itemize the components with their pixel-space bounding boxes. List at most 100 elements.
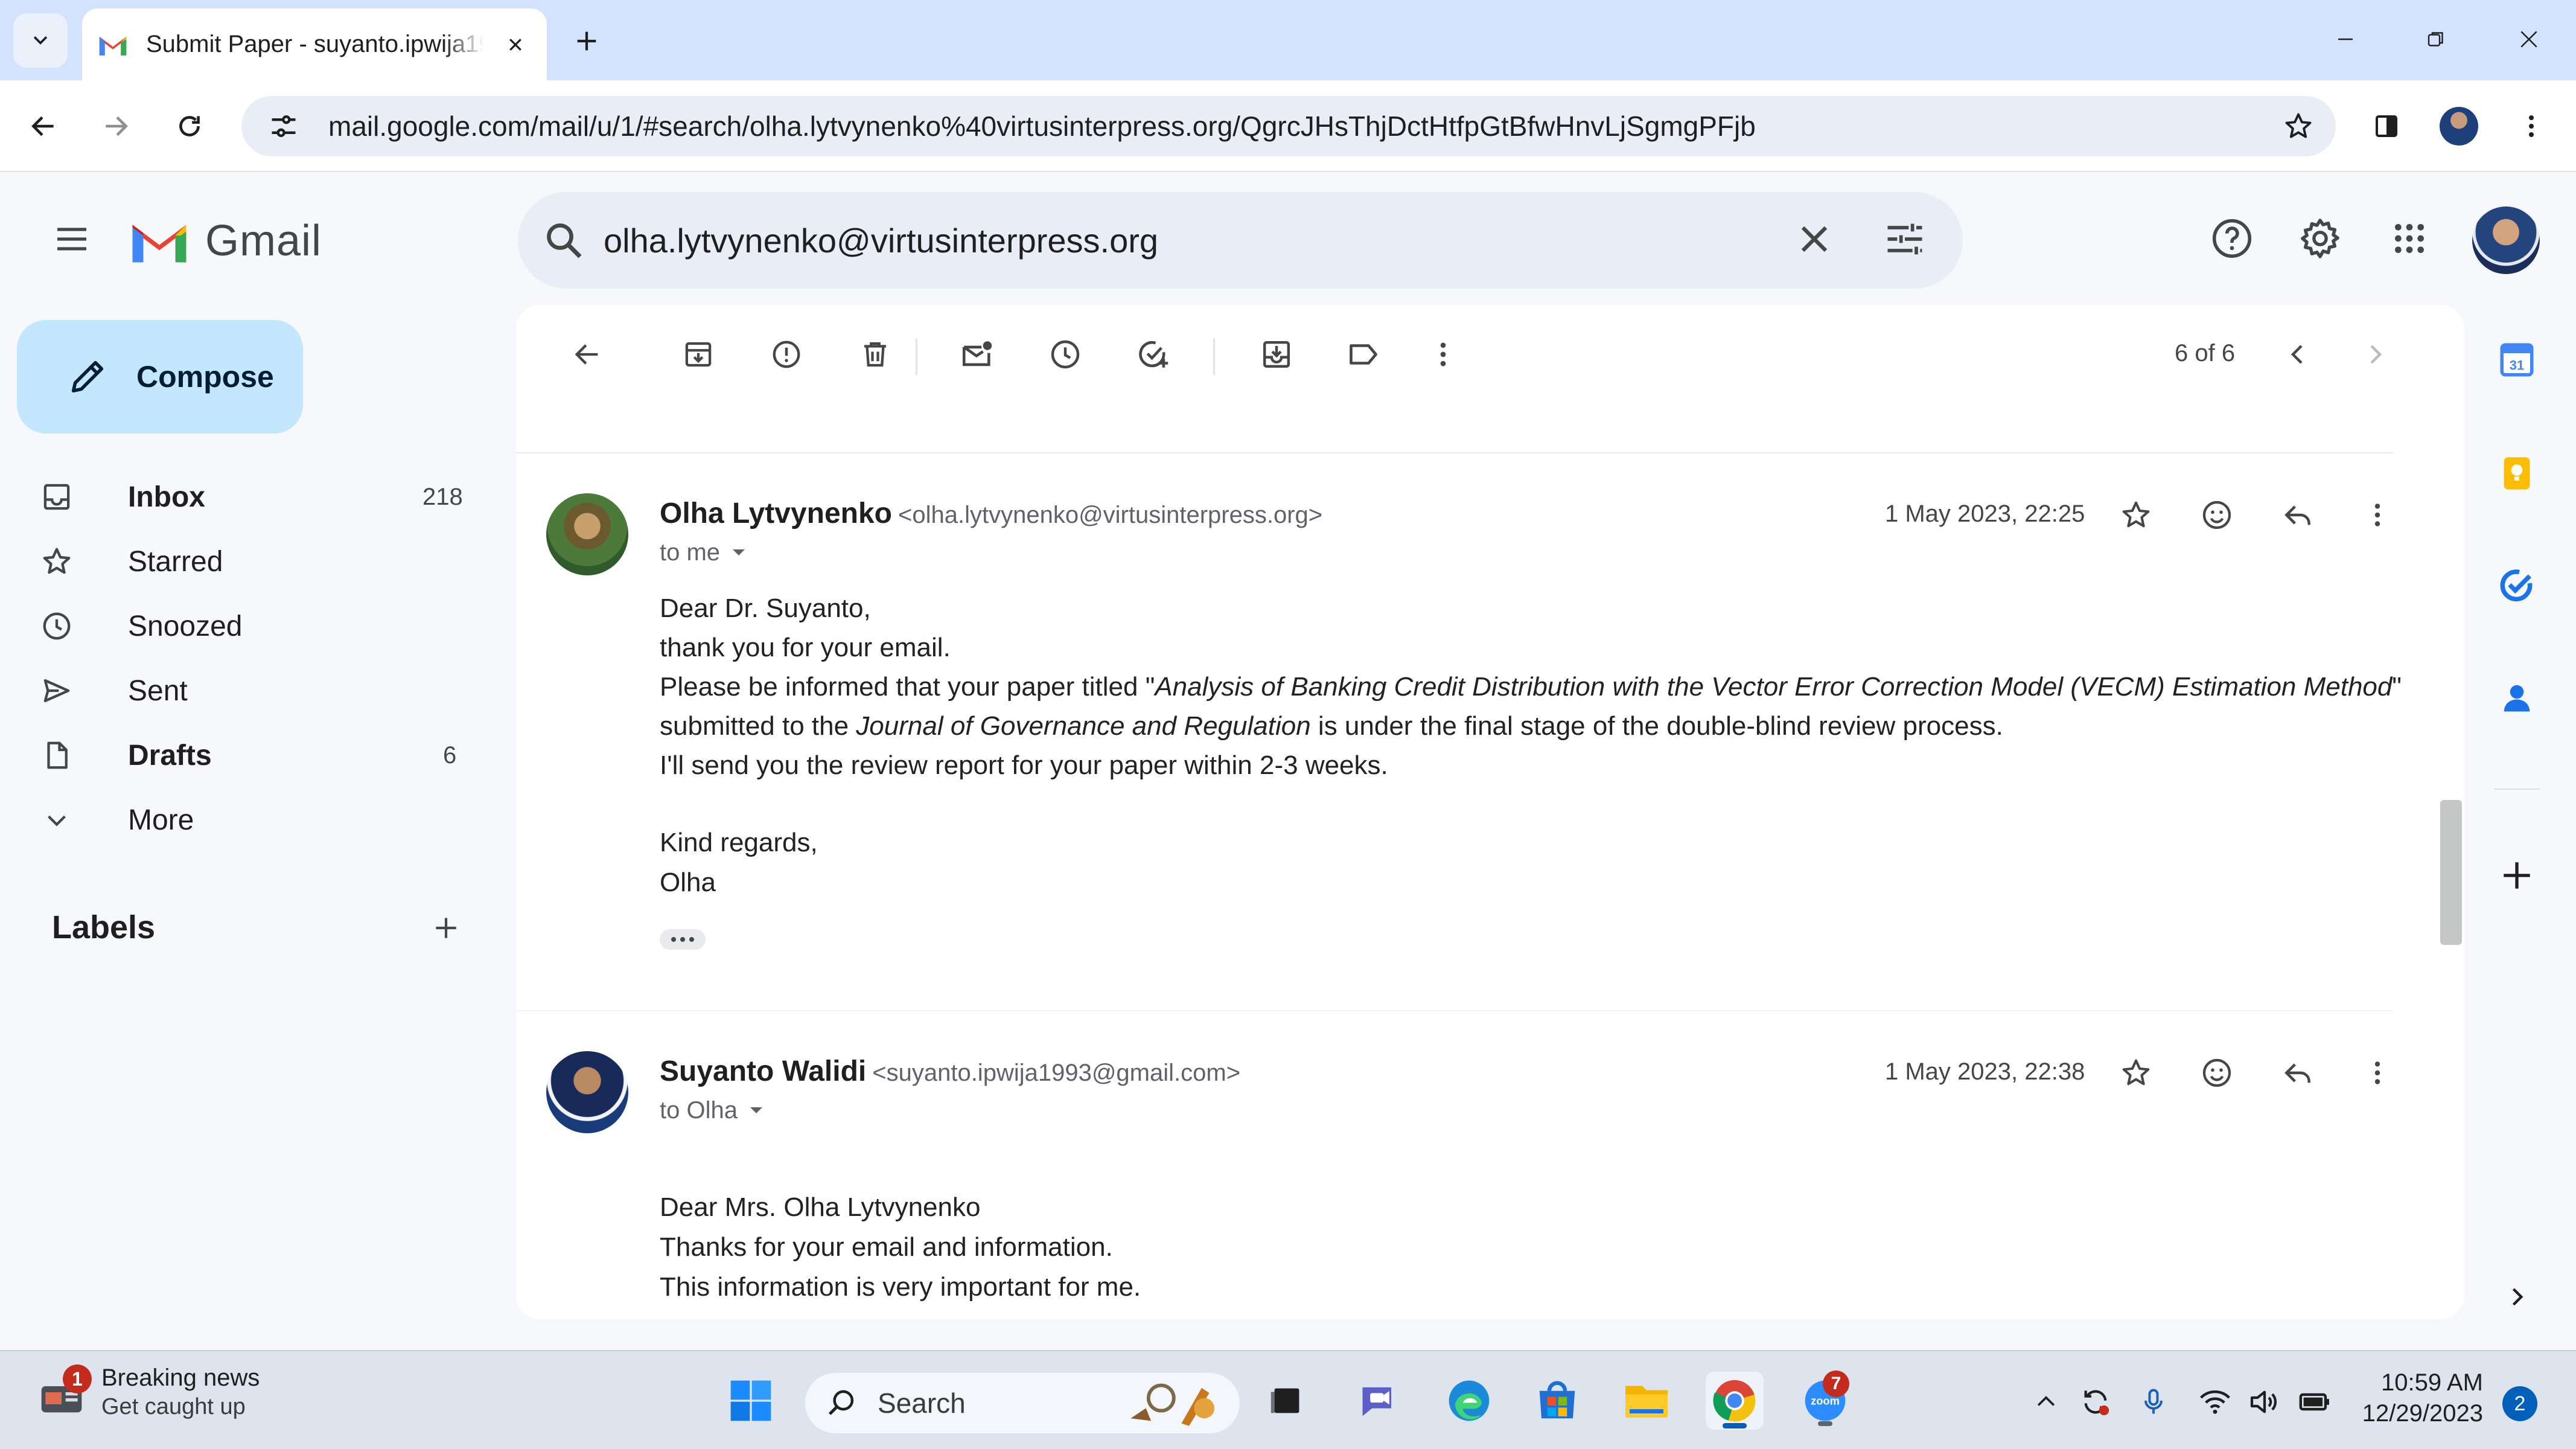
notification-center-badge[interactable]: 2: [2502, 1386, 2537, 1421]
new-tab-button[interactable]: [567, 22, 606, 60]
star-icon: [2122, 1059, 2150, 1086]
browser-tab-active[interactable]: Submit Paper - suyanto.ipwija1993@gmail.…: [82, 8, 547, 80]
snooze-button[interactable]: [1046, 335, 1085, 374]
chrome-button[interactable]: [1706, 1372, 1764, 1430]
labels-button[interactable]: [1344, 335, 1383, 374]
reply-button[interactable]: [2276, 493, 2319, 537]
add-reaction-button[interactable]: [2195, 493, 2239, 537]
reply-button[interactable]: [2276, 1051, 2319, 1095]
sender-name[interactable]: Olha Lytvynenko: [660, 497, 892, 529]
task-view-button[interactable]: [1258, 1372, 1316, 1430]
sender-avatar[interactable]: [546, 493, 628, 575]
sidebar-item-drafts[interactable]: Drafts 6: [37, 726, 472, 784]
get-add-ons-button[interactable]: [2493, 851, 2541, 900]
microsoft-store-button[interactable]: [1528, 1372, 1586, 1430]
close-window-button[interactable]: [2505, 18, 2553, 60]
restore-window-button[interactable]: [2412, 18, 2460, 60]
browser-menu-button[interactable]: [2510, 104, 2553, 148]
search-options-button[interactable]: [1882, 216, 1928, 262]
support-button[interactable]: [2202, 208, 2262, 269]
back-arrow-icon: [31, 116, 54, 136]
chevron-down-icon: [37, 801, 76, 839]
volume-tray-icon[interactable]: [2246, 1384, 2283, 1420]
report-spam-button[interactable]: [767, 335, 806, 374]
start-button[interactable]: [722, 1372, 780, 1430]
google-apps-button[interactable]: [2379, 208, 2440, 269]
show-trimmed-content-button[interactable]: [660, 929, 706, 950]
sidebar-item-sent[interactable]: Sent: [37, 662, 472, 720]
mark-as-unread-button[interactable]: [958, 335, 996, 374]
sender-email: <suyanto.ipwija1993@gmail.com>: [872, 1060, 1241, 1086]
delete-button[interactable]: [856, 335, 894, 374]
microphone-tray-icon[interactable]: [2135, 1384, 2172, 1420]
search-input[interactable]: olha.lytvynenko@virtusinterpress.org: [604, 221, 1158, 260]
teams-chat-button[interactable]: [1351, 1372, 1409, 1430]
message-more-button[interactable]: [2356, 493, 2399, 537]
taskbar-search-box[interactable]: Search: [805, 1373, 1240, 1433]
message-more-button[interactable]: [2356, 1051, 2399, 1095]
search-icon[interactable]: [542, 219, 585, 262]
bookmark-button[interactable]: [2279, 107, 2318, 146]
toolbar-divider: [1213, 339, 1215, 375]
file-explorer-button[interactable]: [1618, 1372, 1675, 1430]
main-menu-button[interactable]: [47, 214, 97, 264]
browser-forward-button[interactable]: [94, 104, 138, 148]
add-to-tasks-button[interactable]: [1134, 335, 1173, 374]
minimize-window-button[interactable]: [2321, 18, 2370, 60]
wifi-tray-icon[interactable]: [2197, 1384, 2233, 1420]
show-side-panel-button[interactable]: [2493, 1273, 2541, 1321]
show-hidden-icons-button[interactable]: [2028, 1384, 2064, 1420]
sidebar-item-snoozed[interactable]: Snoozed: [37, 597, 472, 655]
move-to-button[interactable]: [1257, 335, 1296, 374]
tasks-icon: [2500, 569, 2533, 602]
contacts-app-button[interactable]: [2493, 674, 2541, 722]
star-message-button[interactable]: [2114, 1051, 2158, 1095]
browser-reload-button[interactable]: [168, 104, 211, 148]
more-vert-icon: [2374, 504, 2380, 526]
site-info-button[interactable]: [247, 96, 320, 156]
sidebar-item-inbox[interactable]: Inbox 218: [37, 468, 472, 526]
profile-button[interactable]: [2437, 104, 2481, 148]
message-action-bar: 6 of 6: [516, 305, 2464, 401]
star-message-button[interactable]: [2114, 493, 2158, 537]
tasks-app-button[interactable]: [2493, 561, 2541, 610]
sender-name[interactable]: Suyanto Walidi: [660, 1055, 866, 1087]
edge-button[interactable]: [1440, 1372, 1498, 1430]
keep-app-button[interactable]: [2493, 449, 2541, 497]
sidebar-item-more[interactable]: More: [37, 791, 472, 849]
zoom-button[interactable]: zoom 7: [1796, 1371, 1854, 1430]
gmail-logo[interactable]: Gmail: [127, 216, 322, 266]
taskbar-clock[interactable]: 10:59 AM 12/29/2023: [2356, 1369, 2483, 1427]
sender-email: <olha.lytvynenko@virtusinterpress.org>: [897, 502, 1323, 528]
archive-button[interactable]: [679, 335, 718, 374]
account-avatar[interactable]: [2472, 206, 2540, 274]
chevron-up-icon: [2037, 1396, 2055, 1406]
older-button[interactable]: [2356, 335, 2394, 374]
create-label-button[interactable]: [425, 907, 467, 949]
tab-search-button[interactable]: [13, 13, 68, 68]
calendar-app-button[interactable]: 31: [2493, 336, 2541, 384]
newer-button[interactable]: [2278, 335, 2317, 374]
reload-icon: [179, 116, 200, 136]
recipient-details-toggle[interactable]: to me: [660, 539, 747, 566]
news-widget[interactable]: 1 Breaking news Get caught up: [37, 1364, 260, 1420]
address-bar[interactable]: mail.google.com/mail/u/1/#search/olha.ly…: [241, 96, 2336, 156]
side-panel-button[interactable]: [2365, 104, 2408, 148]
browser-back-button[interactable]: [22, 104, 65, 148]
sync-tray-icon[interactable]: [2077, 1384, 2114, 1420]
report-spam-icon: [773, 341, 800, 368]
mail-search-bar[interactable]: olha.lytvynenko@virtusinterpress.org: [518, 192, 1963, 289]
settings-button[interactable]: [2290, 208, 2350, 269]
tab-close-button[interactable]: [499, 28, 532, 62]
recipient-details-toggle[interactable]: to Olha: [660, 1097, 764, 1124]
drafts-count: 6: [443, 741, 457, 769]
back-to-search-button[interactable]: [568, 335, 607, 374]
more-actions-button[interactable]: [1424, 335, 1462, 374]
sidebar-item-starred[interactable]: Starred: [37, 533, 472, 590]
scrollbar-thumb[interactable]: [2440, 800, 2462, 945]
sender-avatar[interactable]: [546, 1051, 628, 1133]
clear-search-button[interactable]: [1791, 216, 1837, 262]
battery-tray-icon[interactable]: [2297, 1384, 2333, 1420]
compose-button[interactable]: Compose: [17, 320, 303, 433]
add-reaction-button[interactable]: [2195, 1051, 2239, 1095]
